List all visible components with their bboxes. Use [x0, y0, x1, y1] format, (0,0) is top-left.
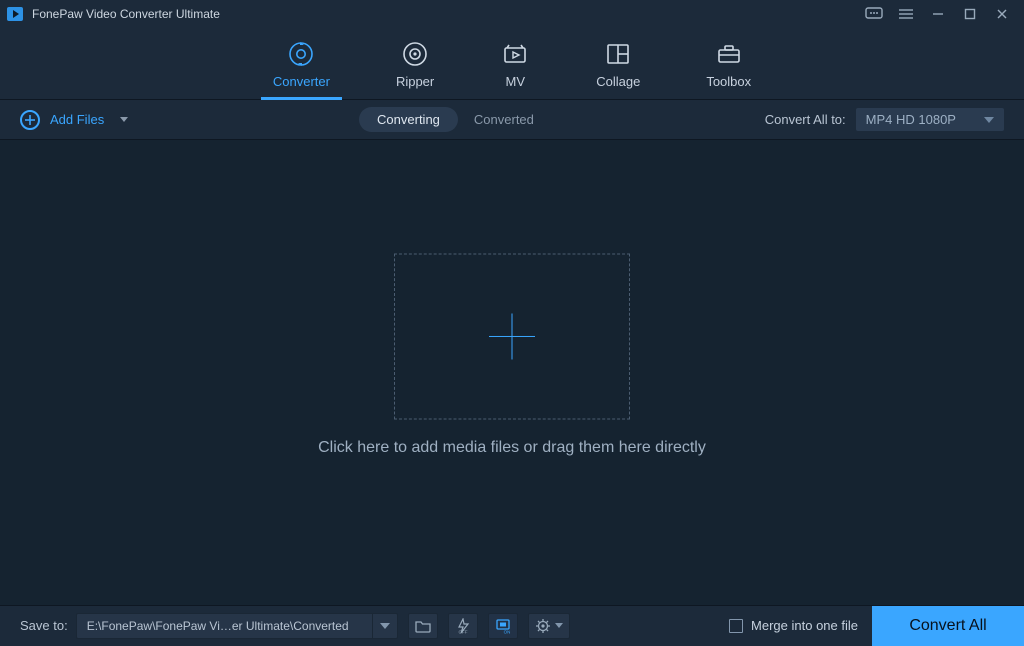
save-to-path-select[interactable]: E:\FonePaw\FonePaw Vi…er Ultimate\Conver…: [76, 613, 398, 639]
output-format-select[interactable]: MP4 HD 1080P: [856, 108, 1004, 131]
minimize-button[interactable]: [922, 1, 954, 27]
work-area: Click here to add media files or drag th…: [0, 140, 1024, 605]
tab-label: Converter: [273, 74, 330, 89]
title-bar: FonePaw Video Converter Ultimate: [0, 0, 1024, 28]
tab-label: Ripper: [396, 74, 434, 89]
segment-converting[interactable]: Converting: [359, 107, 458, 132]
svg-text:OFF: OFF: [458, 629, 467, 634]
add-files-label: Add Files: [50, 112, 104, 127]
close-button[interactable]: [986, 1, 1018, 27]
status-segment: Converting Converted: [359, 107, 534, 132]
chevron-down-icon: [120, 117, 128, 122]
gpu-accel-toggle[interactable]: ON: [488, 613, 518, 639]
converter-icon: [286, 40, 316, 68]
main-tabs: Converter Ripper MV Collage Toolbox: [0, 28, 1024, 100]
plus-icon: [489, 313, 535, 359]
save-to-label: Save to:: [20, 618, 68, 633]
convert-all-to-label: Convert All to:: [765, 112, 846, 127]
action-bar: Add Files Converting Converted Convert A…: [0, 100, 1024, 140]
open-folder-button[interactable]: [408, 613, 438, 639]
feedback-icon[interactable]: [858, 1, 890, 27]
maximize-button[interactable]: [954, 1, 986, 27]
menu-icon[interactable]: [890, 1, 922, 27]
settings-button[interactable]: [528, 613, 570, 639]
tab-collage[interactable]: Collage: [596, 40, 640, 99]
ripper-icon: [400, 40, 430, 68]
drop-hint: Click here to add media files or drag th…: [0, 439, 1024, 457]
svg-text:ON: ON: [503, 629, 510, 634]
tab-label: Toolbox: [706, 74, 751, 89]
toolbox-icon: [714, 40, 744, 68]
add-files-button[interactable]: Add Files: [20, 110, 128, 130]
segment-converted[interactable]: Converted: [474, 112, 534, 127]
convert-all-to: Convert All to: MP4 HD 1080P: [765, 108, 1004, 131]
tab-label: Collage: [596, 74, 640, 89]
plus-circle-icon: [20, 110, 40, 130]
convert-all-button[interactable]: Convert All: [872, 606, 1024, 646]
merge-label: Merge into one file: [751, 618, 858, 633]
chevron-down-icon: [984, 117, 994, 123]
app-logo: [6, 5, 24, 23]
merge-checkbox[interactable]: Merge into one file: [729, 618, 858, 633]
mv-icon: [500, 40, 530, 68]
tab-toolbox[interactable]: Toolbox: [706, 40, 751, 99]
convert-all-label: Convert All: [909, 617, 986, 635]
tab-converter[interactable]: Converter: [273, 40, 330, 99]
drop-zone[interactable]: [394, 253, 630, 419]
chevron-down-icon: [372, 613, 398, 639]
bottom-bar: Save to: E:\FonePaw\FonePaw Vi…er Ultima…: [0, 605, 1024, 645]
tab-mv[interactable]: MV: [500, 40, 530, 99]
collage-icon: [603, 40, 633, 68]
app-title: FonePaw Video Converter Ultimate: [32, 7, 220, 21]
tab-ripper[interactable]: Ripper: [396, 40, 434, 99]
output-format-value: MP4 HD 1080P: [866, 112, 956, 127]
save-to-path: E:\FonePaw\FonePaw Vi…er Ultimate\Conver…: [76, 613, 372, 639]
checkbox-icon: [729, 619, 743, 633]
high-speed-toggle[interactable]: OFF: [448, 613, 478, 639]
tab-label: MV: [505, 74, 525, 89]
